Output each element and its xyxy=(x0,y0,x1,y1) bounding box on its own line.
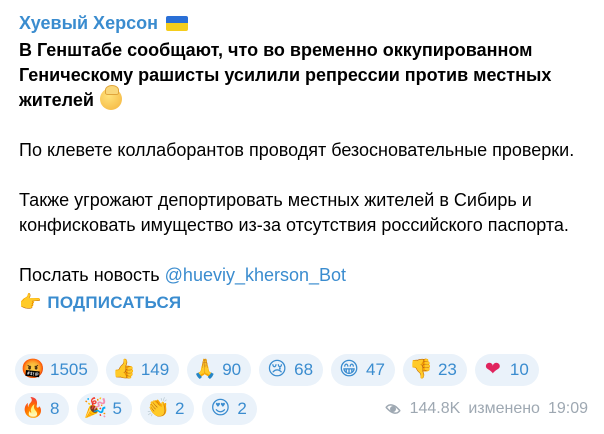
reaction-count: 5 xyxy=(112,399,122,418)
reaction-count: 90 xyxy=(222,360,242,379)
paragraph-2: Также угрожают депортировать местных жит… xyxy=(19,190,569,235)
reaction-count: 23 xyxy=(437,360,457,379)
party-popper-icon: 🎉 xyxy=(83,398,108,419)
pointing-hand-icon: 👉 xyxy=(19,292,42,312)
reaction-fire[interactable]: 🔥 8 xyxy=(15,393,70,425)
reaction-count: 10 xyxy=(509,360,529,379)
subscribe-link[interactable]: ПОДПИСАТЬСЯ xyxy=(47,290,181,315)
cursing-face-icon: 🤬 xyxy=(21,359,45,380)
message-meta: 144.8K изменено 19:09 xyxy=(384,400,588,418)
edited-label: изменено xyxy=(468,400,540,417)
reaction-folded-hands[interactable]: 🙏 90 xyxy=(187,354,252,386)
send-news-label: Послать новость xyxy=(19,265,160,285)
red-heart-icon: ❤ xyxy=(484,359,501,380)
reaction-count: 47 xyxy=(366,360,385,379)
heart-eyes-face-icon: 😍 xyxy=(210,398,231,419)
channel-header: Хуевый Херсон xyxy=(19,10,588,36)
paragraph-1: По клевете коллаборантов проводят безосн… xyxy=(19,140,575,160)
thumbs-down-icon: 👎 xyxy=(409,359,433,380)
reaction-count: 2 xyxy=(174,399,185,418)
reaction-row-1: 🤬 1505 👍 149 🙏 90 😢 68 😁 47 👎 23 ❤ 10 xyxy=(15,354,595,386)
reaction-cursing[interactable]: 🤬 1505 xyxy=(15,354,98,386)
crying-face-icon: 😢 xyxy=(267,359,288,380)
grinning-face-icon: 😁 xyxy=(339,359,359,380)
thumbs-up-icon: 👍 xyxy=(111,359,136,380)
reaction-heart-eyes[interactable]: 😍 2 xyxy=(202,393,257,425)
channel-name[interactable]: Хуевый Херсон xyxy=(19,13,158,34)
reaction-count: 149 xyxy=(140,360,170,379)
bot-link[interactable]: @hueviy_kherson_Bot xyxy=(165,265,346,285)
reaction-count: 8 xyxy=(50,399,60,418)
headline-line-1: В Генштабе сообщают, что во временно окк… xyxy=(19,40,533,60)
send-news-line: Послать новость @hueviy_kherson_Bot xyxy=(19,263,591,288)
reaction-count: 2 xyxy=(237,399,247,418)
eye-icon xyxy=(384,403,402,415)
message-time: 19:09 xyxy=(547,400,588,417)
reaction-count: 1505 xyxy=(50,360,88,379)
reaction-party[interactable]: 🎉 5 xyxy=(77,393,132,425)
reaction-count: 68 xyxy=(294,360,314,379)
reaction-clapping[interactable]: 👏 2 xyxy=(139,393,195,425)
subscribe-row: 👉 ПОДПИСАТЬСЯ xyxy=(19,290,591,315)
ukraine-flag-icon xyxy=(165,15,188,31)
post-headline: В Генштабе сообщают, что во временно окк… xyxy=(19,38,591,113)
reaction-crying[interactable]: 😢 68 xyxy=(259,354,324,386)
fire-icon: 🔥 xyxy=(21,398,45,419)
clapping-hands-icon: 👏 xyxy=(146,398,170,419)
reaction-grinning[interactable]: 😁 47 xyxy=(331,354,395,386)
folded-hands-icon: 🙏 xyxy=(193,359,218,380)
exploding-head-icon xyxy=(99,85,122,110)
view-count: 144.8K xyxy=(409,400,461,417)
headline-line-2: Геническому рашисты усилили репрессии пр… xyxy=(19,65,552,85)
post-text: В Генштабе сообщают, что во временно окк… xyxy=(19,38,591,315)
reaction-thumbs-down[interactable]: 👎 23 xyxy=(402,354,467,386)
reaction-thumbs-up[interactable]: 👍 149 xyxy=(105,354,180,386)
reaction-heart[interactable]: ❤ 10 xyxy=(474,354,539,386)
headline-line-3: жителей xyxy=(19,90,94,110)
reactions-bar: 🤬 1505 👍 149 🙏 90 😢 68 😁 47 👎 23 ❤ 10 🔥 … xyxy=(15,354,595,432)
